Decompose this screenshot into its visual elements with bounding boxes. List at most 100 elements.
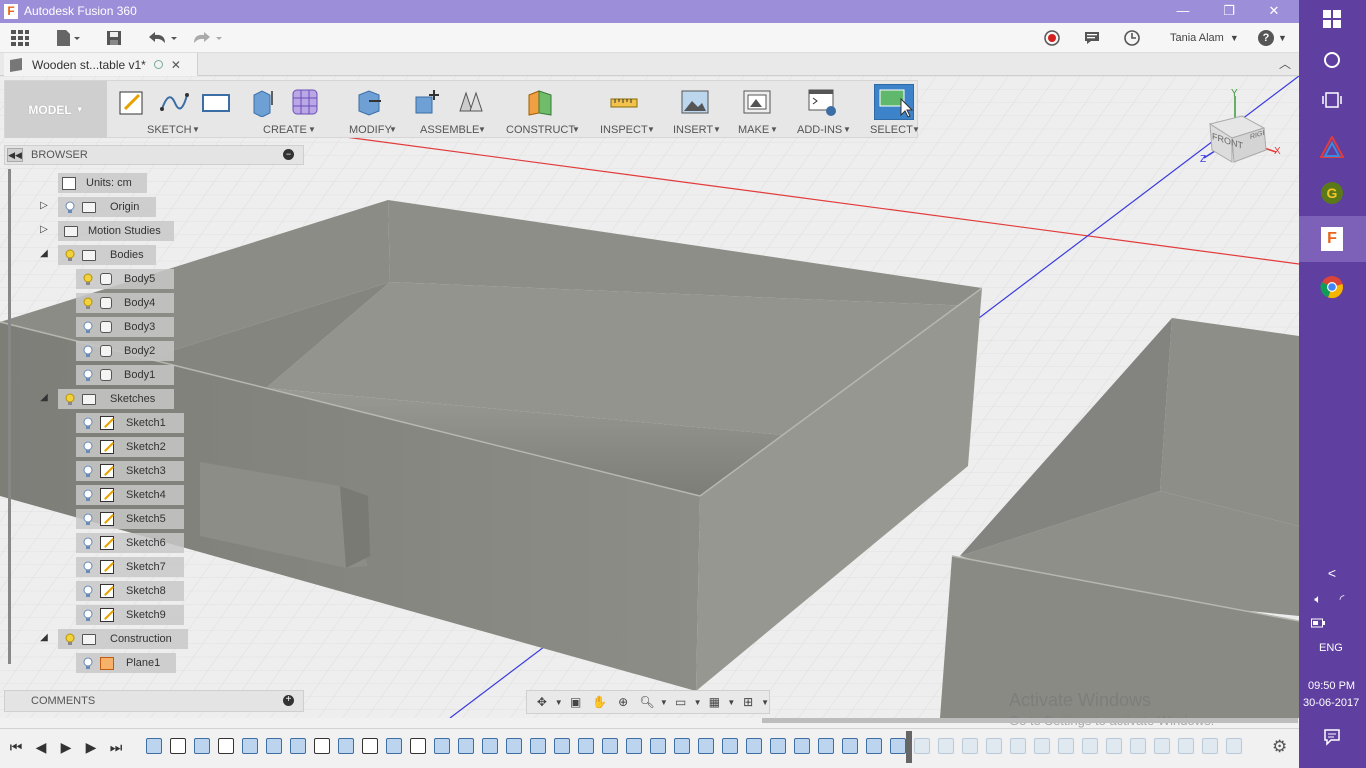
display-settings-icon[interactable]: ▭ [670, 693, 692, 711]
timeline-feature-icon[interactable] [386, 738, 402, 754]
timeline-feature-icon[interactable] [1178, 738, 1194, 754]
chevron-down-icon[interactable]: ▼ [555, 693, 563, 711]
tree-item-sketch[interactable]: Sketch6 [76, 533, 184, 553]
chevron-down-icon[interactable]: ▼ [694, 693, 702, 711]
timeline-feature-icon[interactable] [962, 738, 978, 754]
expand-arrow-icon[interactable]: ▷ [38, 224, 50, 236]
timeline-feature-icon[interactable] [242, 738, 258, 754]
timeline-feature-icon[interactable] [482, 738, 498, 754]
view-cube[interactable]: FRONT RIGHT Y X Z [1200, 88, 1281, 170]
timeline-feature-icon[interactable] [1058, 738, 1074, 754]
wifi-icon[interactable]: ◜ [1331, 584, 1353, 614]
tree-item-sketch[interactable]: Sketch3 [76, 461, 184, 481]
close-button[interactable]: ✕ [1251, 0, 1297, 23]
timeline-feature-icon[interactable] [890, 738, 906, 754]
sketch-group[interactable]: SKETCH ▼ [115, 81, 235, 138]
save-icon[interactable] [105, 28, 123, 48]
timeline-feature-icon[interactable] [1034, 738, 1050, 754]
timeline-feature-icon[interactable] [194, 738, 210, 754]
autodesk-app-icon[interactable] [1317, 132, 1347, 162]
timeline-feature-icon[interactable] [842, 738, 858, 754]
comment-icon[interactable] [1083, 28, 1101, 48]
timeline-feature-icon[interactable] [1106, 738, 1122, 754]
insert-group[interactable]: INSERT ▼ [670, 81, 725, 138]
windows-start-icon[interactable] [1317, 4, 1347, 34]
browser-panel-header[interactable]: ◀◀ BROWSER − [4, 145, 304, 165]
tree-item-sketch[interactable]: Sketch1 [76, 413, 184, 433]
tree-item-sketch[interactable]: Sketch7 [76, 557, 184, 577]
tree-item-body[interactable]: Body3 [76, 317, 174, 337]
timeline-feature-icon[interactable] [1130, 738, 1146, 754]
chevron-down-icon[interactable]: ▼ [761, 693, 769, 711]
timeline-feature-icon[interactable] [866, 738, 882, 754]
select-active-button[interactable] [874, 84, 914, 120]
timeline-feature-icon[interactable] [674, 738, 690, 754]
fusion-360-taskbar-icon[interactable]: F [1317, 224, 1347, 254]
modify-group[interactable]: MODIFY ▼ [343, 81, 398, 138]
chevron-down-icon[interactable]: ▼ [660, 693, 668, 711]
collapse-tabs-chevron-icon[interactable]: ︿ [1279, 55, 1291, 72]
timeline-feature-icon[interactable] [1202, 738, 1218, 754]
redo-icon[interactable] [190, 28, 224, 48]
add-ins-group[interactable]: ADD-INS ▼ [795, 81, 855, 138]
workspace-switcher[interactable]: MODEL ▼ [5, 81, 107, 138]
collapse-arrow-icon[interactable]: ◢ [38, 392, 50, 404]
timeline-feature-icon[interactable] [938, 738, 954, 754]
timeline-feature-icon[interactable] [1082, 738, 1098, 754]
timeline-feature-icon[interactable] [626, 738, 642, 754]
timeline-feature-icon[interactable] [146, 738, 162, 754]
timeline-feature-icon[interactable] [602, 738, 618, 754]
pan-hand-icon[interactable]: ✋ [589, 693, 611, 711]
tree-item-body[interactable]: Body2 [76, 341, 174, 361]
timeline-feature-icon[interactable] [650, 738, 666, 754]
green-g-app-icon[interactable]: G [1317, 178, 1347, 208]
timeline-feature-icon[interactable] [578, 738, 594, 754]
construct-group[interactable]: CONSTRUCT ▼ [505, 81, 585, 138]
timeline-sketch-feature-icon[interactable] [218, 738, 234, 754]
restore-button[interactable]: ❐ [1206, 0, 1252, 23]
timeline-feature-icon[interactable] [1226, 738, 1242, 754]
timeline-sketch-feature-icon[interactable] [362, 738, 378, 754]
timeline-feature-icon[interactable] [818, 738, 834, 754]
timeline-feature-icon[interactable] [290, 738, 306, 754]
timeline-feature-icon[interactable] [434, 738, 450, 754]
timeline-next-icon[interactable]: ▶ [81, 737, 101, 757]
timeline-feature-icon[interactable] [458, 738, 474, 754]
tree-item-units[interactable]: Units: cm [58, 173, 147, 193]
make-group[interactable]: MAKE ▼ [735, 81, 785, 138]
job-status-clock-icon[interactable] [1123, 28, 1141, 48]
viewport-horizontal-scrollbar[interactable] [762, 718, 1298, 723]
tree-item-plane[interactable]: Plane1 [76, 653, 176, 673]
timeline-feature-icon[interactable] [698, 738, 714, 754]
timeline-first-icon[interactable]: ⏮ [6, 737, 26, 757]
language-indicator[interactable]: ENG [1319, 642, 1343, 654]
timeline-feature-icon[interactable] [1154, 738, 1170, 754]
browser-scrollbar[interactable] [8, 169, 11, 664]
timeline-feature-icon[interactable] [266, 738, 282, 754]
tree-item-body[interactable]: Body4 [76, 293, 174, 313]
timeline-feature-icon[interactable] [554, 738, 570, 754]
create-group[interactable]: CREATE ▼ [248, 81, 328, 138]
timeline-feature-icon[interactable] [338, 738, 354, 754]
file-menu-icon[interactable] [55, 28, 81, 48]
timeline-last-icon[interactable]: ⏭ [106, 737, 126, 757]
timeline-feature-icon[interactable] [770, 738, 786, 754]
tree-item-sketch[interactable]: Sketch9 [76, 605, 184, 625]
timeline-sketch-feature-icon[interactable] [314, 738, 330, 754]
add-comment-icon[interactable]: + [283, 695, 294, 706]
timeline-previous-icon[interactable]: ◀ [31, 737, 51, 757]
undo-icon[interactable] [145, 28, 179, 48]
chrome-icon[interactable] [1317, 272, 1347, 302]
timeline-sketch-feature-icon[interactable] [410, 738, 426, 754]
look-at-icon[interactable]: ▣ [565, 693, 587, 711]
tree-item-sketches[interactable]: Sketches [58, 389, 174, 409]
tree-item-sketch[interactable]: Sketch2 [76, 437, 184, 457]
clock-time[interactable]: 09:50 PM [1308, 680, 1355, 692]
tree-item-sketch[interactable]: Sketch5 [76, 509, 184, 529]
zoom-icon[interactable]: ⊕ [612, 693, 634, 711]
tree-item-sketch[interactable]: Sketch4 [76, 485, 184, 505]
user-account-menu[interactable]: Tania Alam ▼ [1170, 28, 1239, 48]
timeline-sketch-feature-icon[interactable] [170, 738, 186, 754]
timeline-feature-icon[interactable] [794, 738, 810, 754]
timeline-marker[interactable] [906, 731, 912, 763]
